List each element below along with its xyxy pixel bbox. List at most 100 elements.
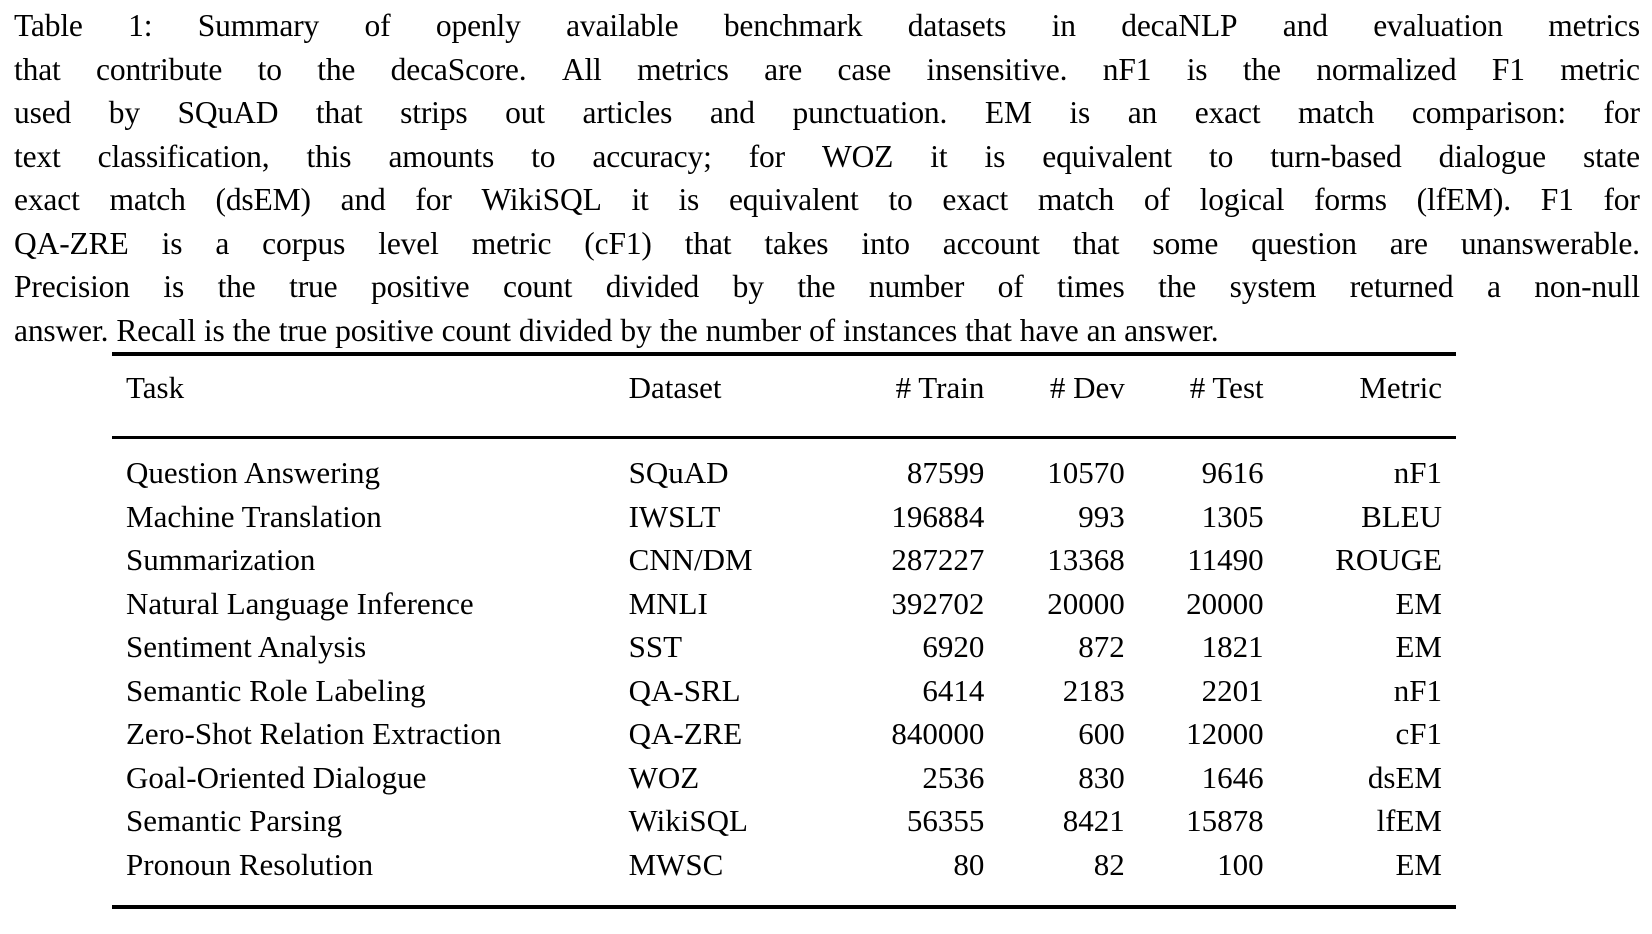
- caption-line: used by SQuAD that strips out articles and punct…: [14, 91, 1640, 135]
- caption-word: some: [1152, 225, 1219, 261]
- caption-word: punctuation.: [792, 95, 948, 130]
- cell-metric: cF1: [1395, 716, 1443, 751]
- caption-word: the: [217, 269, 256, 304]
- cell-task: Summarization: [126, 542, 316, 577]
- caption-word: F1: [1491, 51, 1525, 87]
- caption-word: positive: [370, 269, 470, 304]
- caption-word: this: [306, 138, 352, 174]
- column-header-dataset: Dataset: [628, 370, 722, 405]
- cell-metric: BLEU: [1361, 498, 1442, 534]
- benchmark-table-container: Task Dataset # Train # Dev # Test Metric…: [112, 352, 1456, 913]
- caption-word: QA-ZRE: [14, 225, 129, 261]
- column-header-task: Task: [126, 370, 185, 405]
- caption-word: dialogue: [1438, 138, 1546, 174]
- caption-word: a: [1486, 269, 1501, 304]
- caption-word: EM: [984, 95, 1032, 130]
- caption-word: for: [1603, 95, 1640, 130]
- caption-word: the: [317, 51, 356, 87]
- cell-test: 9616: [1201, 455, 1264, 490]
- caption-word: classification,: [97, 138, 270, 174]
- caption-word: exact: [1194, 95, 1261, 130]
- table-row: Semantic Role Labeling QA-SRL 6414 2183 2201…: [112, 675, 1456, 719]
- caption-word: and: [1282, 8, 1328, 43]
- caption-word: system: [1229, 269, 1317, 304]
- cell-metric: EM: [1395, 629, 1443, 664]
- caption-word: is: [1069, 95, 1091, 130]
- cell-train: 6920: [922, 629, 985, 664]
- cell-task: Goal-Oriented Dialogue: [126, 759, 427, 795]
- cell-dataset: QA-SRL: [628, 672, 741, 708]
- cell-task: Semantic Role Labeling: [126, 672, 426, 708]
- cell-test: 12000: [1186, 716, 1264, 751]
- table-row: Goal-Oriented Dialogue WOZ 2536 830 1646 dsEM: [112, 762, 1456, 806]
- caption-word: metric: [1560, 51, 1640, 87]
- caption-word: match: [109, 182, 186, 217]
- caption-word: Summary: [197, 8, 320, 43]
- caption-word: (dsEM): [215, 182, 311, 217]
- caption-word: available: [566, 8, 679, 43]
- cell-dev: 20000: [1047, 585, 1125, 621]
- caption-word: times: [1057, 269, 1125, 304]
- caption-word: and: [340, 182, 386, 217]
- caption-word: of: [997, 269, 1024, 304]
- caption-word: evaluation: [1373, 8, 1503, 43]
- caption-word: level: [378, 225, 439, 261]
- caption-word: to: [888, 182, 913, 217]
- table-row: Summarization CNN/DM 287227 13368 11490 ROUGE: [112, 544, 1456, 588]
- table-bottom-rule: [112, 905, 1456, 913]
- caption-word: into: [861, 225, 910, 261]
- cell-task: Semantic Parsing: [126, 803, 343, 838]
- cell-metric: EM: [1395, 585, 1443, 621]
- caption-word: decaScore.: [390, 51, 527, 87]
- cell-train: 196884: [891, 498, 985, 534]
- caption-word: WOZ: [822, 138, 894, 174]
- caption-word: out: [505, 95, 545, 130]
- caption-word: true: [289, 269, 338, 304]
- table-row: Sentiment Analysis SST 6920 872 1821 EM: [112, 631, 1456, 675]
- caption-word: Table: [14, 8, 83, 43]
- caption-line: text classification, this amounts to accuracy…: [14, 135, 1640, 179]
- caption-line: answer. Recall is the true positive coun…: [14, 312, 1219, 348]
- cell-train: 87599: [906, 455, 985, 490]
- caption-word: equivalent: [1042, 138, 1172, 174]
- caption-line: exact match (dsEM) and for WikiSQL it is equival…: [14, 178, 1640, 222]
- cell-dev: 2183: [1062, 672, 1125, 708]
- caption-word: is: [1186, 51, 1208, 87]
- table-row: Natural Language Inference MNLI 392702 2000…: [112, 588, 1456, 632]
- cell-dataset: QA-ZRE: [628, 716, 743, 751]
- benchmark-table: Task Dataset # Train # Dev # Test Metric…: [112, 352, 1456, 913]
- caption-word: turn-based: [1270, 138, 1402, 174]
- cell-metric: nF1: [1393, 455, 1442, 490]
- caption-word: (cF1): [584, 225, 652, 261]
- caption-word: an: [1127, 95, 1158, 130]
- cell-dev: 872: [1078, 629, 1125, 664]
- caption-word: nF1: [1102, 51, 1152, 87]
- cell-train: 56355: [906, 803, 985, 838]
- rule-line: [112, 905, 1456, 913]
- cell-test: 20000: [1186, 585, 1264, 621]
- cell-task: Machine Translation: [126, 498, 382, 534]
- caption-word: All: [561, 51, 602, 87]
- cell-train: 392702: [891, 585, 985, 621]
- caption-word: exact: [942, 182, 1009, 217]
- cell-metric: dsEM: [1367, 759, 1442, 795]
- column-header-dev: # Dev: [1049, 370, 1125, 405]
- cell-train: 2536: [922, 759, 985, 795]
- table-row: Zero-Shot Relation Extraction QA-ZRE 84000…: [112, 718, 1456, 762]
- caption-word: is: [678, 182, 700, 217]
- cell-task: Zero-Shot Relation Extraction: [126, 716, 502, 751]
- column-header-train: # Train: [895, 370, 985, 405]
- cell-test: 1821: [1201, 629, 1264, 664]
- caption-word: to: [1208, 138, 1234, 174]
- caption-line: Table 1: Summary of openly available benchmark…: [14, 4, 1640, 48]
- cell-metric: ROUGE: [1335, 542, 1442, 577]
- caption-word: question: [1251, 225, 1357, 261]
- caption-word: a: [215, 225, 230, 261]
- table-caption: Table 1: Summary of openly available benchmark…: [14, 4, 1640, 352]
- caption-word: 1:: [128, 8, 153, 43]
- table-row: Pronoun Resolution MWSC 80 82 100 EM: [112, 849, 1456, 908]
- caption-word: unanswerable.: [1460, 225, 1640, 261]
- caption-word: exact: [14, 182, 80, 217]
- caption-line: that contribute to the decaScore. All metrics a…: [14, 48, 1640, 92]
- caption-word: it: [930, 138, 948, 174]
